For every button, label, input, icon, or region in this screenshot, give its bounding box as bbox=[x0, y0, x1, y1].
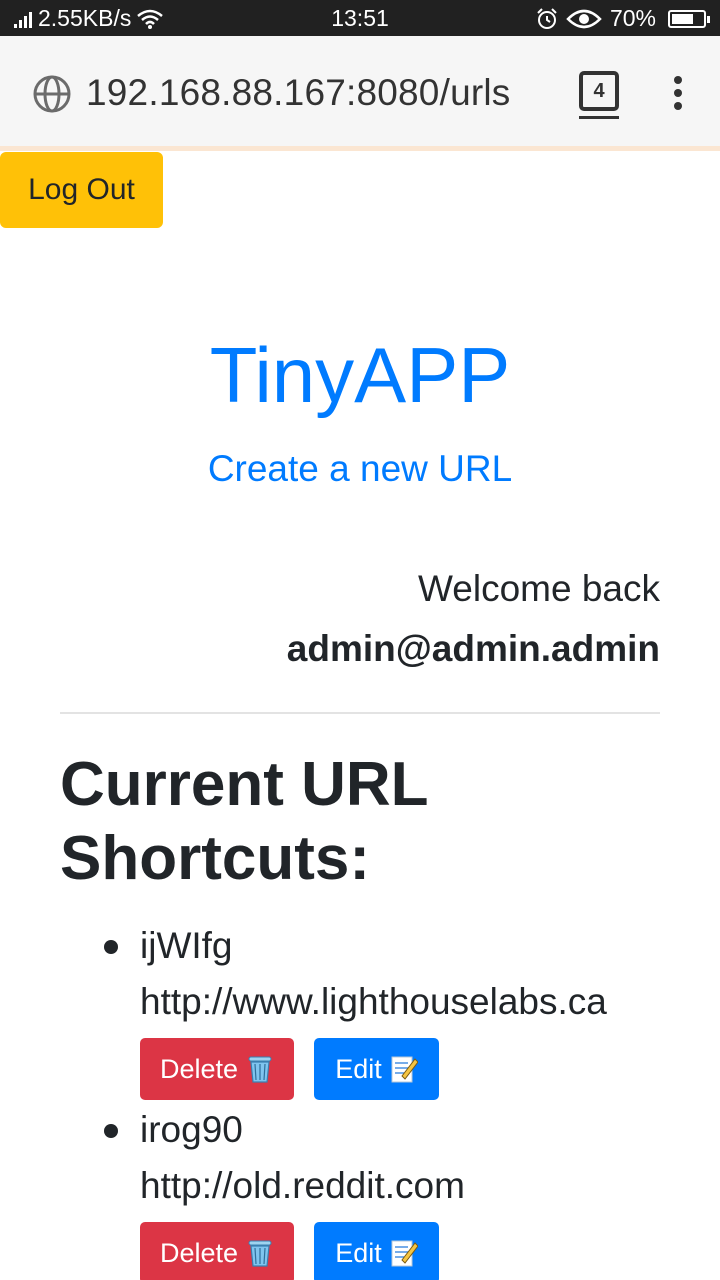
status-bar-right: 70% bbox=[536, 5, 710, 32]
tab-switcher-underline bbox=[579, 116, 619, 119]
page-load-progress bbox=[0, 146, 720, 151]
action-buttons: Delete Edit bbox=[140, 1222, 700, 1280]
list-item: irog90 http://old.reddit.com Delete Edit bbox=[60, 1104, 700, 1280]
bullet bbox=[104, 940, 118, 954]
url-field[interactable]: 192.168.88.167:8080/urls bbox=[86, 72, 510, 114]
edit-button[interactable]: Edit bbox=[314, 1222, 439, 1280]
short-url: ijWIfg bbox=[140, 925, 233, 966]
url-list: ijWIfg http://www.lighthouselabs.ca Dele… bbox=[60, 920, 700, 1280]
bullet bbox=[104, 1124, 118, 1138]
edit-label: Edit bbox=[335, 1237, 382, 1268]
battery-icon bbox=[668, 9, 710, 28]
create-url-link[interactable]: Create a new URL bbox=[0, 448, 720, 490]
alarm-icon bbox=[537, 7, 557, 29]
action-buttons: Delete Edit bbox=[140, 1038, 700, 1100]
user-email: admin@admin.admin bbox=[286, 628, 660, 669]
long-url: http://www.lighthouselabs.ca bbox=[140, 981, 607, 1022]
divider bbox=[60, 712, 660, 714]
logout-button[interactable]: Log Out bbox=[0, 152, 163, 228]
delete-label: Delete bbox=[159, 1053, 239, 1084]
edit-label: Edit bbox=[335, 1053, 382, 1084]
long-url: http://old.reddit.com bbox=[140, 1165, 465, 1206]
battery-percent: 70% bbox=[609, 5, 656, 31]
welcome-text: Welcome back bbox=[418, 568, 660, 609]
delete-button[interactable]: Delete bbox=[140, 1038, 294, 1100]
eye-icon bbox=[566, 9, 602, 28]
browser-address-bar: 192.168.88.167:8080/urls 4 bbox=[0, 36, 720, 148]
globe-icon bbox=[33, 75, 71, 113]
short-url: irog90 bbox=[140, 1109, 243, 1150]
list-item: ijWIfg http://www.lighthouselabs.ca Dele… bbox=[60, 920, 700, 1104]
memo-icon bbox=[391, 1056, 418, 1083]
tab-switcher-button[interactable]: 4 bbox=[579, 71, 619, 111]
edit-button[interactable]: Edit bbox=[314, 1038, 439, 1100]
status-bar: 2.55KB/s 13:51 70% bbox=[0, 0, 720, 36]
trash-icon bbox=[248, 1240, 272, 1267]
memo-icon bbox=[391, 1240, 418, 1267]
url-list-heading: Current URL Shortcuts: bbox=[60, 750, 428, 893]
delete-label: Delete bbox=[159, 1237, 239, 1268]
app-title: TinyAPP bbox=[209, 331, 511, 419]
browser-menu-icon[interactable] bbox=[668, 76, 688, 116]
delete-button[interactable]: Delete bbox=[140, 1222, 294, 1280]
trash-icon bbox=[248, 1056, 272, 1083]
